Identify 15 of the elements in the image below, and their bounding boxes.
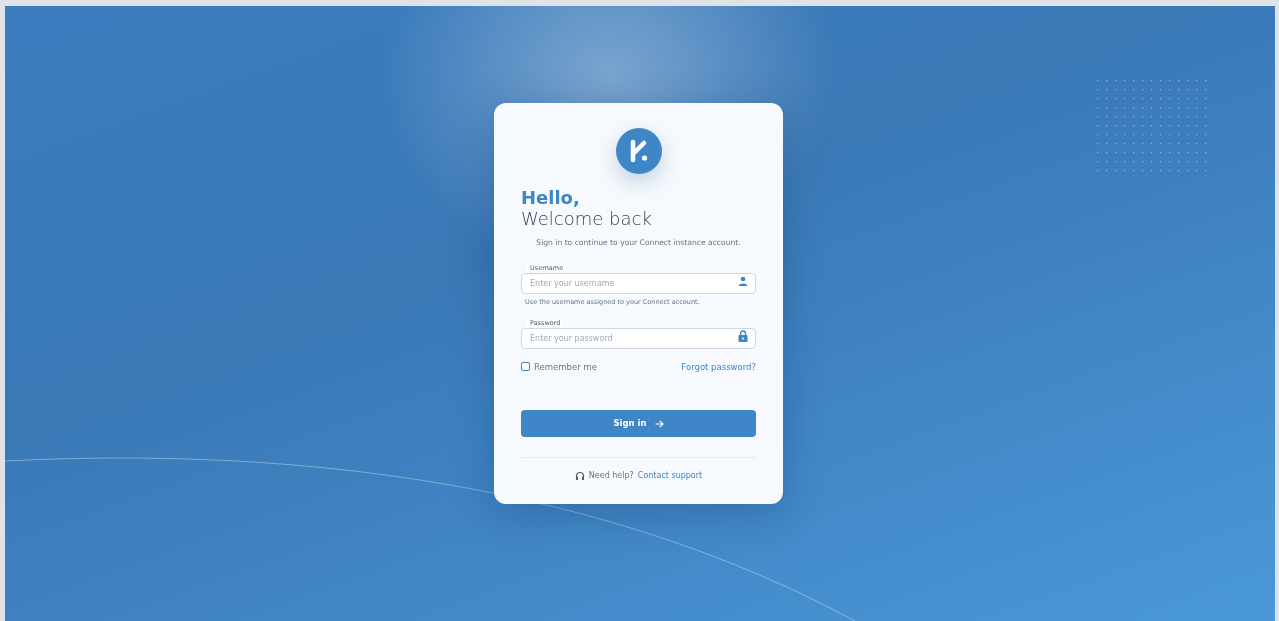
- user-icon: [738, 276, 748, 287]
- help-text: Need help?: [588, 470, 634, 483]
- greeting-text: Hello,: [521, 188, 581, 208]
- remember-checkbox[interactable]: [521, 362, 530, 372]
- password-field[interactable]: Enter your password: [521, 327, 756, 349]
- sign-in-button[interactable]: Sign in: [521, 410, 756, 438]
- logo-icon: [615, 128, 662, 174]
- headset-icon: [574, 471, 585, 482]
- arrow-icon: [654, 419, 664, 428]
- welcome-title: Welcome back: [521, 207, 653, 230]
- lock-icon: [738, 330, 748, 343]
- remember-label: Remember me: [534, 360, 597, 374]
- username-field[interactable]: Enter your username: [521, 272, 756, 294]
- contact-support-link[interactable]: Contact support: [637, 470, 703, 483]
- forgot-password-link[interactable]: Forgot password?: [681, 360, 756, 374]
